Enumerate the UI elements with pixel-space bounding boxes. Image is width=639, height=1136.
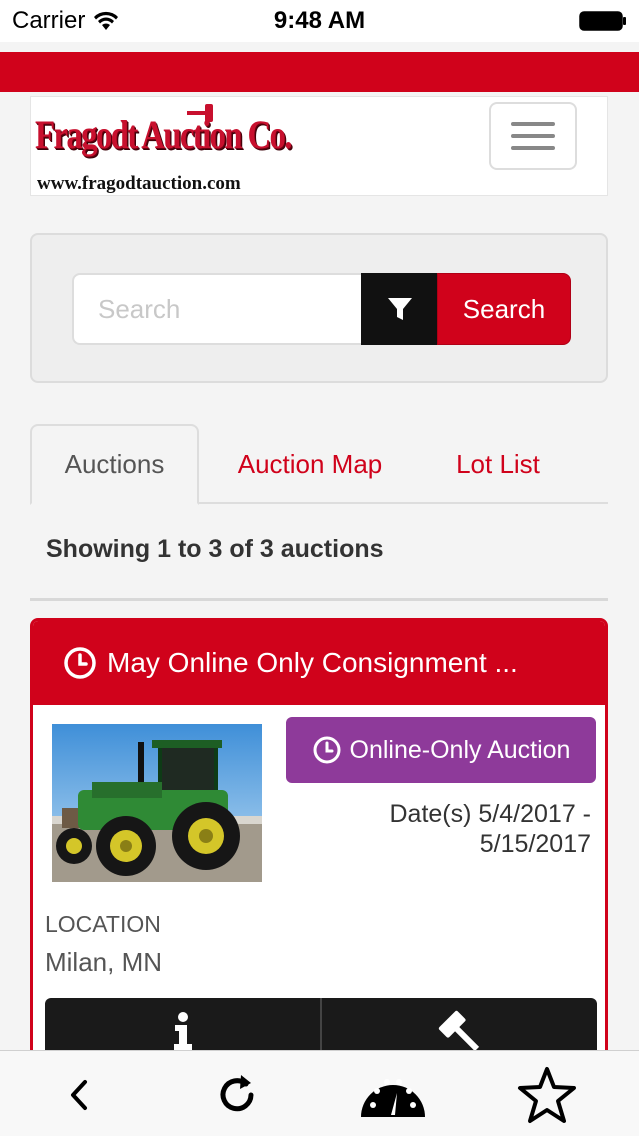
logo-text: Fragodt Auction Co. [35,112,292,157]
search-button[interactable]: Search [437,273,571,345]
auction-tabs: Auctions Auction Map Lot List [30,424,608,505]
back-button[interactable] [44,1065,114,1125]
clock-icon [64,647,96,679]
brand-stripe [0,52,639,92]
tractor-photo[interactable] [52,724,262,882]
filter-button[interactable] [361,273,438,345]
dashboard-icon [361,1079,425,1117]
hamburger-bar [511,146,555,150]
bottom-toolbar [0,1050,639,1136]
reload-icon [220,1075,254,1112]
hamburger-bar [511,134,555,138]
site-header: Fragodt Auction Co. www.fragodtauction.c… [30,96,608,196]
search-input[interactable] [72,273,362,345]
logo-url: www.fragodtauction.com [37,173,241,194]
status-bar: Carrier 9:48 AM [0,0,639,42]
auction-card-header[interactable]: May Online Only Consignment ... [33,621,605,705]
auction-dates-line2: 5/15/2017 [479,830,591,858]
clock-icon [313,736,341,764]
location-label: LOCATION [45,911,161,937]
tab-auctions[interactable]: Auctions [30,424,199,505]
clock: 9:48 AM [273,7,366,34]
site-logo[interactable]: Fragodt Auction Co. www.fragodtauction.c… [35,101,292,194]
auction-dates-line1: Date(s) 5/4/2017 - [389,800,592,828]
battery-icon [579,11,626,31]
dashboard-button[interactable] [358,1065,428,1125]
info-icon [173,1012,192,1050]
tab-auction-map[interactable]: Auction Map [220,424,400,504]
auction-type: Online-Only Auction [349,735,571,764]
auction-dates: Date(s) 5/4/2017 - 5/15/2017 [291,799,592,859]
divider [30,598,608,601]
auction-title: May Online Only Consignment ... [107,647,518,678]
tab-lot-list[interactable]: Lot List [430,424,566,504]
favorite-button[interactable] [512,1065,582,1125]
filter-icon [387,298,412,320]
results-summary: Showing 1 to 3 of 3 auctions [46,535,384,563]
back-icon [71,1080,87,1110]
hamburger-icon [511,122,555,126]
auction-card[interactable]: May Online Only Consignment ... Online-O [30,618,608,1098]
online-only-badge: Online-Only Auction [286,717,596,783]
location-value: Milan, MN [45,947,163,977]
reload-button[interactable] [202,1065,272,1125]
gavel-icon [438,1010,479,1052]
menu-toggle-button[interactable] [489,102,577,170]
star-icon [518,1067,576,1123]
search-panel: Search [30,233,608,383]
